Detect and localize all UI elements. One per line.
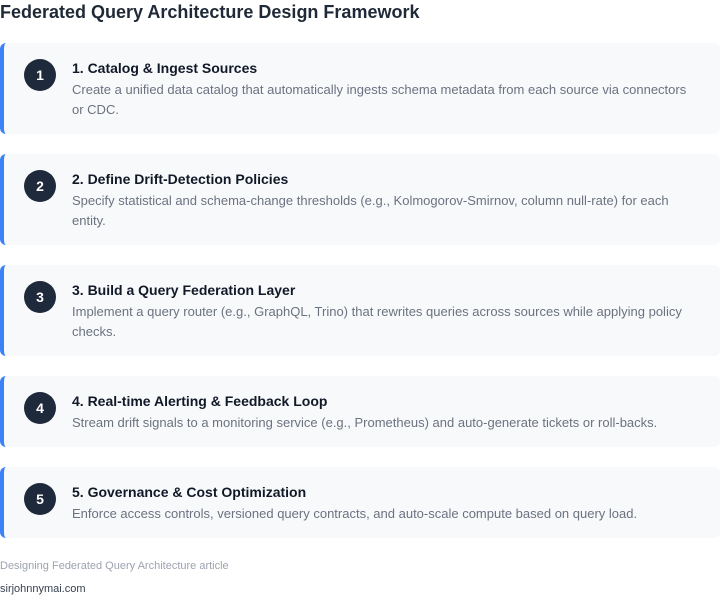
step-card-drift-detection: 2 2. Define Drift-Detection Policies Spe… [0, 154, 720, 245]
step-card-governance-cost: 5 5. Governance & Cost Optimization Enfo… [0, 467, 720, 538]
step-number-badge: 1 [24, 59, 56, 91]
step-number-badge: 2 [24, 170, 56, 202]
steps-list: 1 1. Catalog & Ingest Sources Create a u… [0, 43, 720, 538]
step-number-badge: 4 [24, 392, 56, 424]
step-description: Create a unified data catalog that autom… [72, 82, 687, 117]
domain-label: sirjohnnymai.com [0, 583, 86, 595]
step-description: Implement a query router (e.g., GraphQL,… [72, 304, 682, 339]
step-card-catalog-ingest: 1 1. Catalog & Ingest Sources Create a u… [0, 43, 720, 134]
step-title: 5. Governance & Cost Optimization [72, 484, 307, 500]
step-title: 1. Catalog & Ingest Sources [72, 60, 258, 76]
step-title: 2. Define Drift-Detection Policies [72, 171, 289, 187]
step-title: 4. Real-time Alerting & Feedback Loop [72, 393, 328, 409]
step-card-alerting-feedback: 4 4. Real-time Alerting & Feedback Loop … [0, 376, 720, 447]
step-number-badge: 3 [24, 281, 56, 313]
step-description: Specify statistical and schema-change th… [72, 193, 669, 228]
source-note: Designing Federated Query Architecture a… [0, 560, 229, 572]
step-title: 3. Build a Query Federation Layer [72, 282, 296, 298]
step-description: Enforce access controls, versioned query… [72, 506, 638, 521]
step-number-badge: 5 [24, 483, 56, 515]
step-description: Stream drift signals to a monitoring ser… [72, 415, 658, 430]
step-card-query-federation: 3 3. Build a Query Federation Layer Impl… [0, 265, 720, 356]
page-title: Federated Query Architecture Design Fram… [0, 2, 420, 22]
